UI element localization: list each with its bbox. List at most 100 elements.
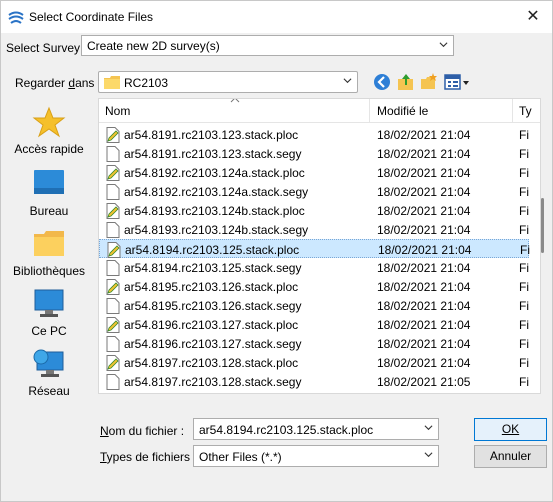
window-title: Select Coordinate Files: [29, 10, 154, 24]
new-folder-icon[interactable]: [420, 73, 438, 91]
file-icon: [106, 184, 120, 200]
select-survey-value: Create new 2D survey(s): [87, 39, 220, 53]
edited-file-icon: [106, 165, 120, 181]
file-modified-date: 18/02/2021 21:04: [377, 166, 471, 180]
edited-file-icon: [107, 242, 121, 258]
edited-file-icon: [106, 317, 120, 333]
file-type: Fi: [519, 204, 529, 218]
place-label: Réseau: [28, 384, 70, 398]
title-bar[interactable]: Select Coordinate Files ✕: [1, 1, 552, 33]
file-modified-date: 18/02/2021 21:04: [377, 337, 471, 351]
filename-label: Nom du fichier :: [100, 424, 185, 438]
file-name: ar54.8193.rc2103.124b.stack.segy: [124, 223, 309, 237]
place-label: Ce PC: [31, 324, 67, 338]
file-row[interactable]: ar54.8197.rc2103.128.stack.ploc 18/02/202…: [99, 353, 529, 372]
file-row[interactable]: ar54.8196.rc2103.127.stack.ploc 18/02/202…: [99, 315, 529, 334]
place-label: Bibliothèques: [12, 264, 86, 278]
file-type: Fi: [519, 128, 529, 142]
edited-file-icon: [106, 279, 120, 295]
file-row[interactable]: ar54.8196.rc2103.127.stack.segy 18/02/202…: [99, 334, 529, 353]
look-in-dropdown[interactable]: RC2103: [98, 71, 358, 93]
edited-file-icon: [106, 127, 120, 143]
file-row[interactable]: ar54.8191.rc2103.123.stack.ploc 18/02/202…: [99, 125, 529, 144]
file-modified-date: 18/02/2021 21:04: [377, 318, 471, 332]
file-row[interactable]: ar54.8195.rc2103.126.stack.ploc 18/02/202…: [99, 277, 529, 296]
place-desktop[interactable]: Bureau: [4, 168, 94, 218]
computer-icon: [34, 289, 64, 317]
place-network[interactable]: Réseau: [4, 348, 94, 398]
column-header-type[interactable]: Ty: [513, 99, 532, 123]
file-name: ar54.8196.rc2103.127.stack.ploc: [124, 318, 299, 332]
file-modified-date: 18/02/2021 21:04: [377, 128, 471, 142]
chevron-down-icon[interactable]: [424, 423, 433, 432]
place-libraries[interactable]: Bibliothèques: [4, 228, 94, 278]
file-modified-date: 18/02/2021 21:04: [377, 223, 471, 237]
place-quick-access[interactable]: Accès rapide: [4, 106, 94, 156]
file-modified-date: 18/02/2021 21:04: [378, 243, 472, 257]
chevron-down-icon: [439, 42, 448, 48]
edited-file-icon: [106, 203, 120, 219]
column-header-name[interactable]: Nom: [99, 99, 130, 123]
file-row[interactable]: ar54.8193.rc2103.124b.stack.ploc 18/02/20…: [99, 201, 529, 220]
file-type: Fi: [519, 223, 529, 237]
scrollbar-thumb[interactable]: [541, 198, 544, 253]
file-icon: [106, 222, 120, 238]
ok-button[interactable]: OK: [474, 418, 547, 441]
file-row[interactable]: ar54.8194.rc2103.125.stack.ploc 18/02/202…: [99, 239, 530, 258]
file-type: Fi: [519, 185, 529, 199]
file-modified-date: 18/02/2021 21:04: [377, 204, 471, 218]
select-survey-label: Select Survey: [6, 41, 81, 55]
look-in-value: RC2103: [124, 76, 169, 90]
filename-value[interactable]: ar54.8194.rc2103.125.stack.ploc: [199, 423, 373, 437]
place-label: Bureau: [29, 204, 69, 218]
file-type: Fi: [519, 318, 529, 332]
file-name: ar54.8194.rc2103.125.stack.segy: [124, 261, 302, 275]
file-row[interactable]: ar54.8197.rc2103.128.stack.segy 18/02/202…: [99, 372, 529, 391]
cancel-button[interactable]: Annuler: [474, 445, 547, 468]
close-button[interactable]: ✕: [520, 5, 546, 29]
file-modified-date: 18/02/2021 21:04: [377, 356, 471, 370]
file-row[interactable]: ar54.8192.rc2103.124a.stack.ploc 18/02/20…: [99, 163, 529, 182]
view-menu-icon[interactable]: [444, 73, 470, 91]
file-icon: [106, 336, 120, 352]
file-name: ar54.8195.rc2103.126.stack.ploc: [124, 280, 299, 294]
column-separator[interactable]: [369, 99, 370, 123]
network-icon: [33, 349, 64, 377]
file-modified-date: 18/02/2021 21:04: [377, 185, 471, 199]
chevron-down-icon: [343, 78, 352, 84]
select-survey-dropdown[interactable]: Create new 2D survey(s): [81, 35, 454, 56]
place-this-pc[interactable]: Ce PC: [4, 288, 94, 338]
file-row[interactable]: ar54.8193.rc2103.124b.stack.segy 18/02/20…: [99, 220, 529, 239]
file-icon: [106, 374, 120, 390]
file-row[interactable]: ar54.8191.rc2103.123.stack.segy 18/02/202…: [99, 144, 529, 163]
chevron-down-icon: [424, 452, 433, 458]
file-icon: [106, 298, 120, 314]
file-type: Fi: [519, 261, 529, 275]
filetype-dropdown[interactable]: Other Files (*.*): [193, 445, 439, 467]
file-type: Fi: [519, 375, 529, 389]
file-modified-date: 18/02/2021 21:04: [377, 147, 471, 161]
filename-combobox[interactable]: ar54.8194.rc2103.125.stack.ploc: [193, 418, 439, 440]
column-header-modified[interactable]: Modifié le: [371, 99, 428, 123]
close-icon: ✕: [526, 8, 540, 25]
file-name: ar54.8196.rc2103.127.stack.segy: [124, 337, 302, 351]
file-list[interactable]: Nom Modifié le Ty ar54.8191.rc2103.123.s…: [98, 98, 541, 394]
back-icon[interactable]: [373, 73, 391, 91]
file-type: Fi: [519, 280, 529, 294]
folder-icon: [104, 76, 120, 89]
file-type: Fi: [519, 337, 529, 351]
up-folder-icon[interactable]: [397, 73, 415, 91]
file-icon: [106, 260, 120, 276]
file-row[interactable]: ar54.8195.rc2103.126.stack.segy 18/02/202…: [99, 296, 529, 315]
file-row[interactable]: ar54.8194.rc2103.125.stack.segy 18/02/202…: [99, 258, 529, 277]
place-label: Accès rapide: [14, 142, 84, 156]
file-name: ar54.8195.rc2103.126.stack.segy: [124, 299, 302, 313]
filetype-value: Other Files (*.*): [199, 450, 282, 464]
file-name: ar54.8197.rc2103.128.stack.segy: [124, 375, 302, 389]
sort-ascending-icon: [230, 99, 240, 103]
file-name: ar54.8192.rc2103.124a.stack.segy: [124, 185, 309, 199]
vertical-scrollbar[interactable]: [538, 98, 548, 394]
file-name: ar54.8193.rc2103.124b.stack.ploc: [124, 204, 305, 218]
file-row[interactable]: ar54.8192.rc2103.124a.stack.segy 18/02/20…: [99, 182, 529, 201]
file-type: Fi: [519, 166, 529, 180]
